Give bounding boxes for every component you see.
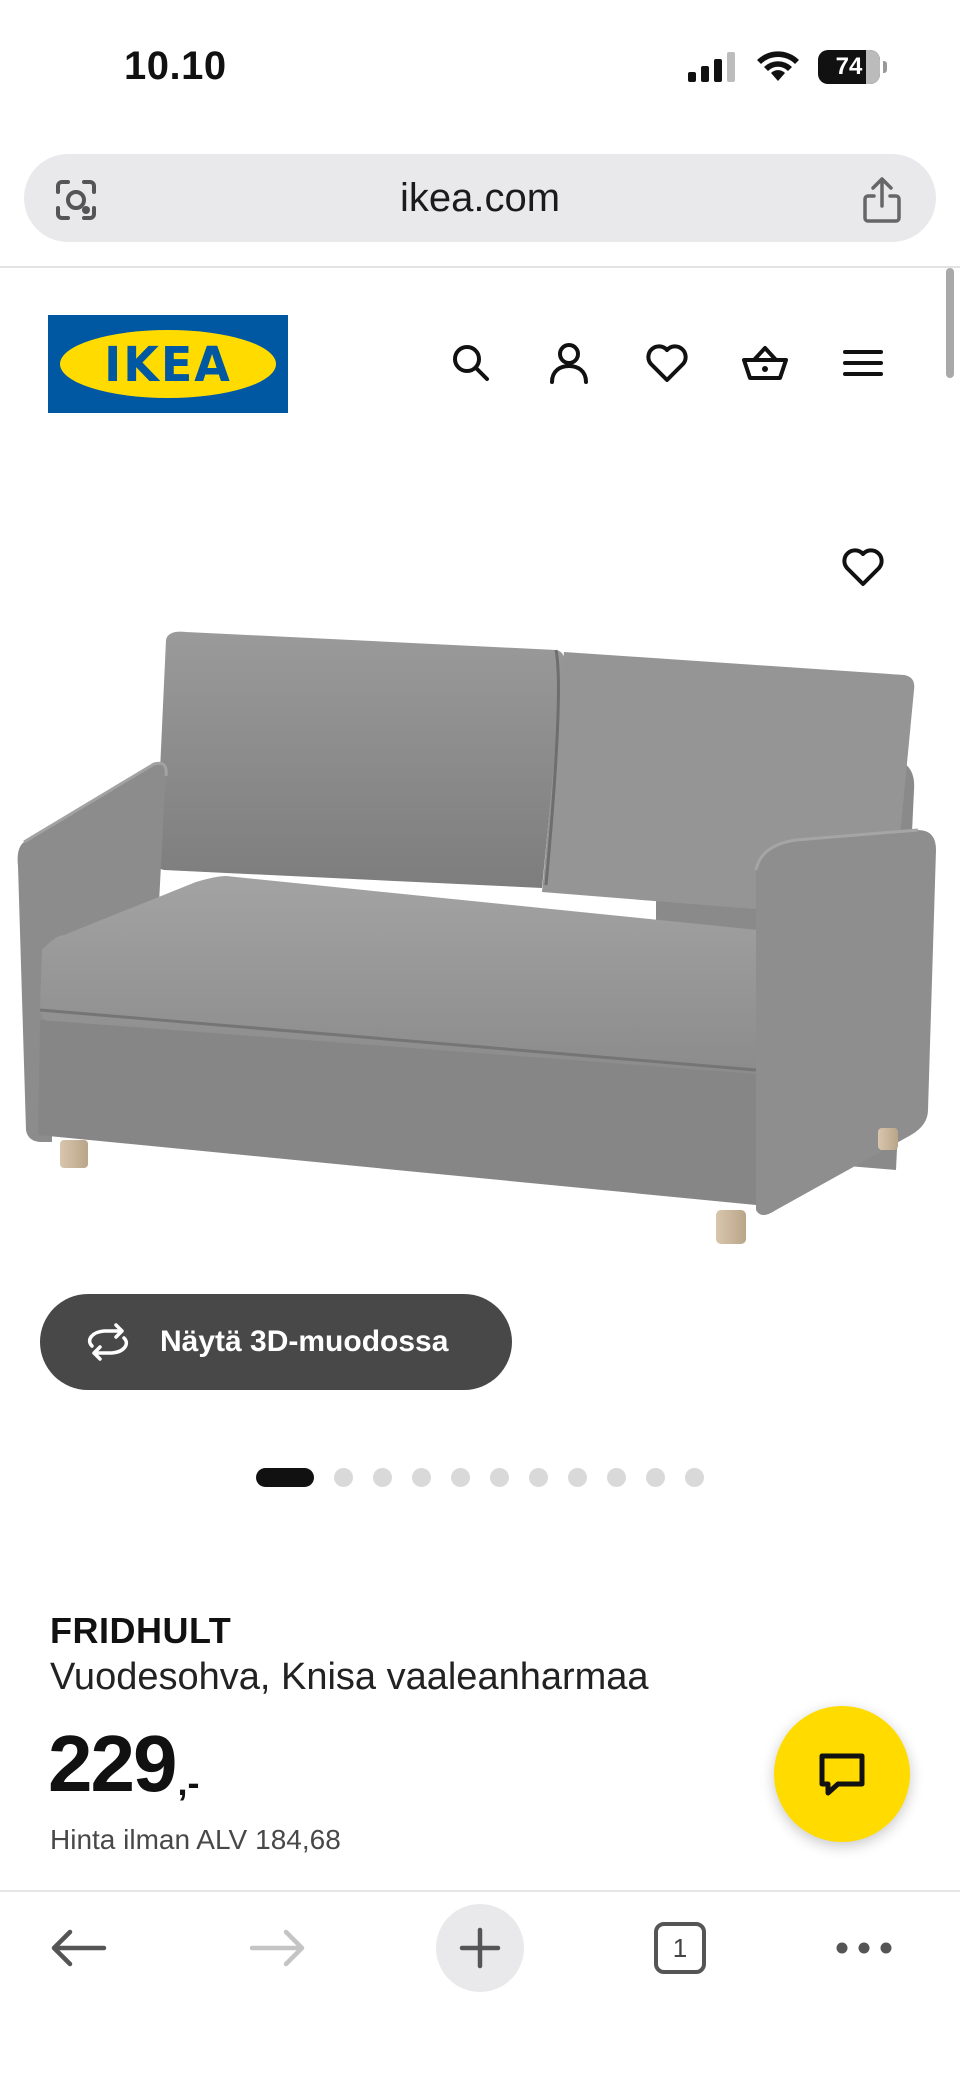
page-scrollbar[interactable] bbox=[946, 268, 954, 378]
wifi-icon bbox=[757, 51, 799, 81]
product-name: FRIDHULT bbox=[50, 1610, 232, 1651]
forward-button[interactable] bbox=[234, 1904, 322, 1992]
chat-icon bbox=[819, 1753, 865, 1796]
share-icon[interactable] bbox=[860, 176, 904, 224]
new-tab-button[interactable] bbox=[436, 1904, 524, 1992]
carousel-dot[interactable] bbox=[256, 1468, 314, 1487]
carousel-dot[interactable] bbox=[568, 1468, 587, 1487]
basket-icon[interactable] bbox=[740, 338, 790, 388]
carousel-dot[interactable] bbox=[685, 1468, 704, 1487]
cellular-signal-icon bbox=[688, 52, 735, 82]
plus-icon bbox=[459, 1927, 501, 1969]
more-button[interactable] bbox=[820, 1904, 908, 1992]
tabs-button[interactable]: 1 bbox=[636, 1904, 724, 1992]
add-to-favourites-icon[interactable] bbox=[838, 542, 888, 592]
account-icon[interactable] bbox=[544, 338, 594, 388]
status-time: 10.10 bbox=[124, 44, 227, 88]
forward-icon bbox=[249, 1929, 305, 1967]
battery-indicator: 74 bbox=[818, 50, 887, 84]
carousel-dot[interactable] bbox=[412, 1468, 431, 1487]
toolbar-divider bbox=[0, 1890, 960, 1892]
address-bar-divider bbox=[0, 266, 960, 268]
url-text: ikea.com bbox=[399, 175, 561, 220]
price-main: 229 bbox=[48, 1719, 177, 1808]
logo-text: IKEA bbox=[104, 335, 232, 393]
view-in-3d-label: Näytä 3D-muodossa bbox=[160, 1325, 449, 1358]
address-bar[interactable]: ikea.com bbox=[24, 154, 936, 242]
logo-oval: IKEA bbox=[60, 330, 276, 398]
carousel-dot[interactable] bbox=[646, 1468, 665, 1487]
product-price: 229 ,- bbox=[48, 1718, 199, 1810]
image-carousel-indicator[interactable] bbox=[256, 1468, 704, 1487]
vat-value: 184,68 bbox=[255, 1824, 341, 1855]
carousel-dot[interactable] bbox=[490, 1468, 509, 1487]
tab-count: 1 bbox=[672, 1932, 688, 1963]
carousel-dot[interactable] bbox=[451, 1468, 470, 1487]
view-in-3d-button[interactable]: Näytä 3D-muodossa bbox=[40, 1294, 512, 1390]
ikea-logo[interactable]: IKEA bbox=[48, 315, 288, 413]
more-icon bbox=[836, 1942, 892, 1954]
back-button[interactable] bbox=[34, 1904, 122, 1992]
battery-level: 74 bbox=[835, 53, 863, 80]
visual-lookup-icon[interactable] bbox=[52, 176, 100, 224]
carousel-dot[interactable] bbox=[373, 1468, 392, 1487]
tabs-icon: 1 bbox=[654, 1922, 706, 1974]
back-icon bbox=[51, 1929, 107, 1967]
menu-icon[interactable] bbox=[838, 338, 888, 388]
carousel-dot[interactable] bbox=[607, 1468, 626, 1487]
vat-label: Hinta ilman ALV bbox=[50, 1824, 248, 1855]
chat-button[interactable] bbox=[774, 1706, 910, 1842]
carousel-dot[interactable] bbox=[334, 1468, 353, 1487]
price-suffix: ,- bbox=[177, 1762, 200, 1803]
product-description: Vuodesohva, Knisa vaaleanharmaa bbox=[50, 1656, 649, 1698]
carousel-dot[interactable] bbox=[529, 1468, 548, 1487]
search-icon[interactable] bbox=[446, 338, 496, 388]
rotate-3d-icon bbox=[87, 1323, 129, 1361]
price-excl-vat: Hinta ilman ALV 184,68 bbox=[50, 1824, 341, 1856]
heart-icon[interactable] bbox=[642, 338, 692, 388]
product-image-sofa[interactable] bbox=[16, 630, 944, 1270]
status-icons: 74 bbox=[688, 50, 887, 84]
